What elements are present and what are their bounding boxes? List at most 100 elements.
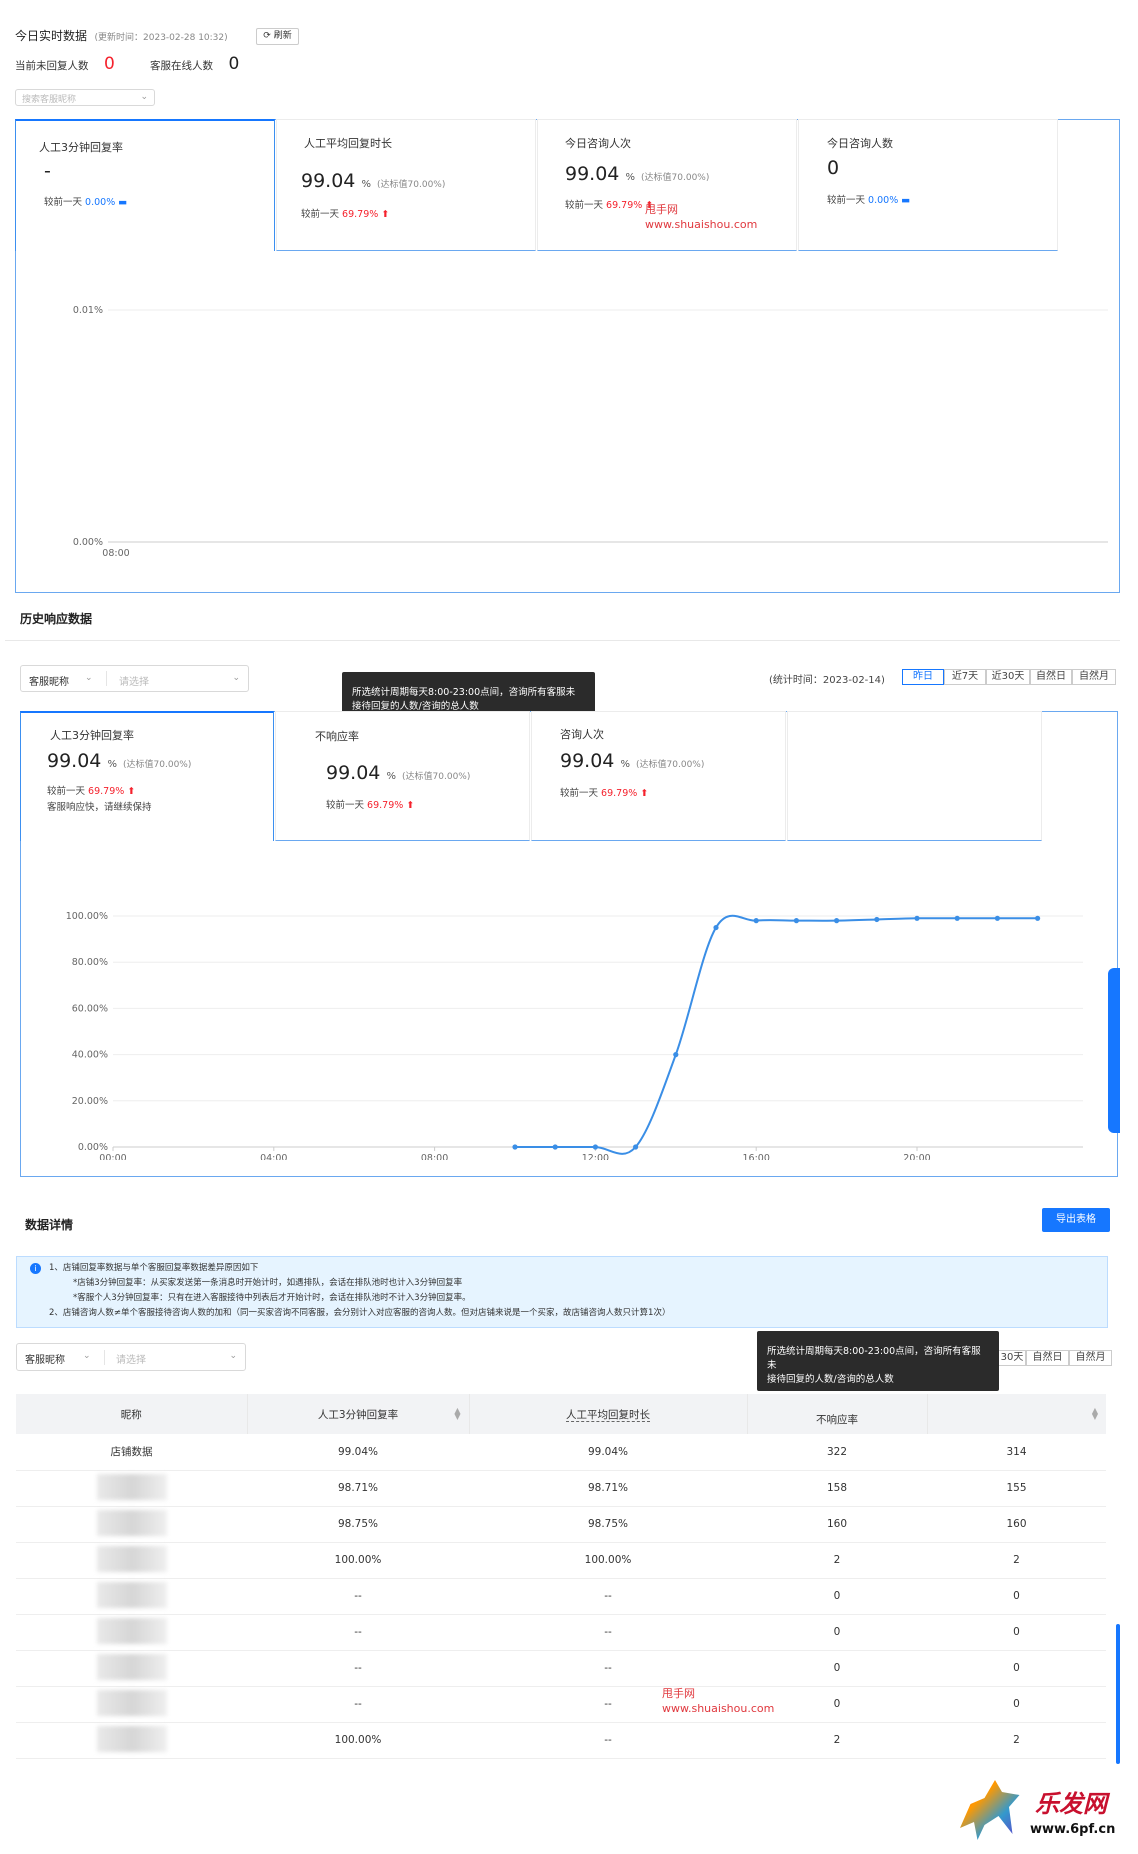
value-unit: % [620, 759, 630, 770]
online-stat: 客服在线人数 0 [150, 54, 239, 74]
flat-icon: ▬ [118, 197, 128, 208]
cell-3min-rate: 100.00% [247, 1542, 469, 1579]
card-value: 99.04 % (达标值70.00%) [565, 163, 709, 185]
x-tick-label: 12:00 [582, 1153, 609, 1160]
compare-value: 69.79% [342, 209, 379, 220]
refresh-button[interactable]: ⟳ 刷新 [256, 28, 299, 45]
range-natural-day[interactable]: 自然日 [1026, 1350, 1069, 1366]
col-label: 不响应率 [816, 1413, 858, 1426]
history-agent-filter[interactable]: 客服昵称 ⌄ 请选择 ⌄ [20, 665, 249, 692]
col-header-nickname: 昵称 [16, 1394, 248, 1434]
realtime-title: 今日实时数据 [15, 29, 88, 43]
cell-nickname [16, 1722, 247, 1759]
table-row[interactable]: -- -- 0 0 [16, 1686, 1106, 1723]
value-number: 99.04 [565, 163, 620, 185]
cell-avg-reply-time: -- [469, 1722, 747, 1759]
cell-3min-rate: -- [247, 1578, 469, 1615]
range-30days[interactable]: 30天 [999, 1350, 1026, 1366]
card-compare: 较前一天 0.00% ▬ [44, 194, 127, 208]
cell-3min-rate: -- [247, 1614, 469, 1651]
cell-avg-reply-time: 99.04% [469, 1434, 747, 1471]
card-title: 今日咨询人次 [565, 137, 631, 150]
sort-icon[interactable]: ▲ ▼ [454, 1407, 460, 1421]
history-card-1[interactable]: 不响应率 99.04 % (达标值70.00%) 较前一天 69.79% ⬆ [275, 711, 530, 841]
x-tick-label: 08:00 [102, 548, 129, 559]
x-tick-label: 08:00 [421, 1153, 448, 1160]
cell-3min-rate: -- [247, 1686, 469, 1723]
compare-value: 0.00% [85, 197, 116, 208]
data-point [552, 1144, 558, 1150]
col-header-extra[interactable]: ▲ ▼ [927, 1394, 1106, 1434]
agent-search-input[interactable]: 搜索客服昵称 ⌄ [15, 89, 155, 106]
card-title: 咨询人次 [560, 728, 604, 741]
history-card-empty [787, 711, 1042, 841]
y-tick-label: 0.01% [73, 305, 103, 316]
table-row[interactable]: -- -- 0 0 [16, 1614, 1106, 1651]
scrollbar-thumb[interactable] [1116, 1624, 1120, 1764]
range-natural-month[interactable]: 自然月 [1072, 669, 1116, 685]
logo-text: 乐发网 [1035, 1789, 1107, 1818]
card-compare: 较前一天 69.79% ⬆ [47, 783, 135, 797]
realtime-card-3[interactable]: 今日咨询人数 0 较前一天 0.00% ▬ [798, 119, 1058, 251]
history-card-0[interactable]: 人工3分钟回复率 99.04 % (达标值70.00%) 较前一天 69.79%… [20, 711, 274, 841]
side-float-tab[interactable] [1108, 968, 1120, 1133]
card-title: 人工平均回复时长 [304, 137, 392, 150]
sort-icon[interactable]: ▲ ▼ [1092, 1407, 1098, 1421]
table-row[interactable]: -- -- 0 0 [16, 1650, 1106, 1687]
table-row[interactable]: -- -- 0 0 [16, 1578, 1106, 1615]
cell-3min-rate: 98.75% [247, 1506, 469, 1543]
y-tick-label: 0.00% [73, 537, 103, 548]
table-row[interactable]: 98.71% 98.71% 158 155 [16, 1470, 1106, 1507]
value-target: (达标值70.00%) [636, 760, 705, 770]
cell-extra: 155 [927, 1470, 1106, 1507]
realtime-card-2[interactable]: 今日咨询人次 99.04 % (达标值70.00%) 较前一天 69.79% ⬆… [537, 119, 797, 251]
value-number: 99.04 [47, 750, 102, 772]
col-header-avg-reply-time[interactable]: 人工平均回复时长 [469, 1394, 748, 1434]
refresh-label: 刷新 [273, 31, 292, 41]
col-header-3min-rate[interactable]: 人工3分钟回复率 ▲ ▼ [247, 1394, 470, 1434]
details-agent-filter[interactable]: 客服昵称 ⌄ 请选择 ⌄ [16, 1343, 246, 1371]
realtime-card-0[interactable]: 人工3分钟回复率 - 较前一天 0.00% ▬ [15, 119, 275, 251]
table-row[interactable]: 店铺数据 99.04% 99.04% 322 314 [16, 1434, 1106, 1471]
details-title: 数据详情 [25, 1218, 74, 1232]
compare-value: 69.79% [601, 788, 638, 799]
compare-label: 较前一天 [560, 788, 599, 799]
data-point [753, 918, 759, 924]
data-point [874, 916, 880, 923]
range-yesterday[interactable]: 昨日 [902, 669, 944, 685]
history-card-2[interactable]: 咨询人次 99.04 % (达标值70.00%) 较前一天 69.79% ⬆ [531, 711, 786, 841]
range-30days[interactable]: 近30天 [986, 669, 1030, 685]
value-number: 99.04 [301, 170, 356, 192]
cell-avg-reply-time: 98.75% [469, 1506, 747, 1543]
filter-divider [106, 671, 107, 686]
col-header-no-response[interactable]: 不响应率 [747, 1394, 928, 1434]
cell-extra: 2 [927, 1722, 1106, 1759]
card-title: 今日咨询人数 [827, 137, 893, 150]
table-row[interactable]: 100.00% -- 2 2 [16, 1722, 1106, 1759]
data-point [633, 1144, 639, 1150]
details-table-wrap: 昵称 人工3分钟回复率 ▲ ▼ 人工平均回复时长 不响应率 ▲ ▼ 店铺数据 99.0… [16, 1394, 1106, 1854]
cell-avg-reply-time: 100.00% [469, 1542, 747, 1579]
cell-nickname [16, 1686, 247, 1723]
arrow-up-icon: ⬆ [640, 788, 649, 799]
table-header-row: 昵称 人工3分钟回复率 ▲ ▼ 人工平均回复时长 不响应率 ▲ ▼ [16, 1394, 1106, 1434]
table-row[interactable]: 98.75% 98.75% 160 160 [16, 1506, 1106, 1543]
arrow-up-icon: ⬆ [381, 209, 390, 220]
realtime-chart: 0.00% 0.01% 08:00 [73, 305, 1108, 559]
cell-3min-rate: 100.00% [247, 1722, 469, 1759]
chevron-down-icon: ⌄ [232, 673, 240, 683]
cell-nickname [16, 1506, 247, 1543]
range-7days[interactable]: 近7天 [944, 669, 986, 685]
card-compare: 较前一天 69.79% ⬆ [326, 797, 414, 811]
realtime-card-1[interactable]: 人工平均回复时长 99.04 % (达标值70.00%) 较前一天 69.79%… [276, 119, 536, 251]
data-point [914, 915, 920, 921]
compare-label: 较前一天 [326, 800, 365, 811]
table-row[interactable]: 100.00% 100.00% 2 2 [16, 1542, 1106, 1579]
export-button[interactable]: 导出表格 [1042, 1208, 1110, 1232]
series-line [515, 914, 1038, 1155]
range-natural-day[interactable]: 自然日 [1030, 669, 1072, 685]
notice-line-2: *店铺3分钟回复率：从买家发送第一条消息时开始计时，如遇排队，会话在排队池时也计… [73, 1278, 463, 1288]
cell-extra: 0 [927, 1614, 1106, 1651]
range-natural-month[interactable]: 自然月 [1069, 1350, 1112, 1366]
card-value: 0 [827, 157, 840, 179]
